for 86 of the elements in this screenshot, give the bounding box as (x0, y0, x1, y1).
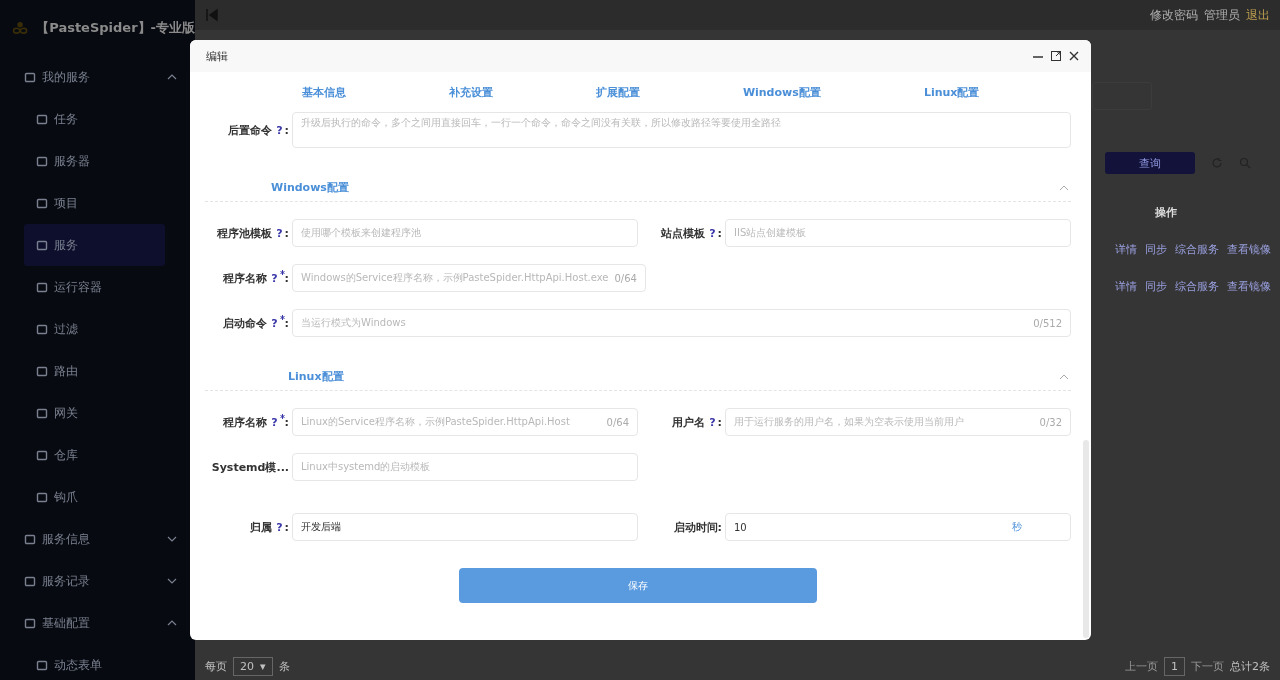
sidebar-item[interactable]: 任务 (0, 98, 165, 140)
prev-page-link[interactable]: 上一页 (1125, 659, 1158, 674)
row-action-link[interactable]: 综合服务 (1175, 242, 1219, 257)
row-action-link[interactable]: 详情 (1115, 279, 1137, 294)
chevron-icon (167, 536, 177, 542)
square-icon (36, 113, 48, 125)
square-icon (36, 659, 48, 671)
search-field[interactable] (1092, 82, 1152, 110)
sidebar-item[interactable]: 服务器 (0, 140, 165, 182)
column-header: 操作 (1154, 205, 1178, 220)
sidebar-group[interactable]: 服务信息 (0, 518, 195, 560)
header-link[interactable]: 管理员 (1204, 6, 1240, 24)
field-label: 站点模板 ? : (660, 225, 723, 241)
square-icon (24, 575, 36, 587)
field-label: 启动命令 ? : (222, 315, 290, 331)
tab[interactable]: 扩展配置 (591, 82, 644, 102)
sidebar-group[interactable]: 我的服务 (0, 56, 195, 98)
back-icon[interactable] (205, 8, 219, 22)
square-icon (36, 155, 48, 167)
row-action-link[interactable]: 查看镜像 (1227, 242, 1271, 257)
row-action-link[interactable]: 同步 (1145, 279, 1167, 294)
sidebar-group[interactable]: 服务记录 (0, 560, 195, 602)
field-label: 程序名称 ? : (222, 270, 290, 286)
square-icon (36, 281, 48, 293)
tab[interactable]: 基本信息 (297, 82, 350, 102)
sidebar-group[interactable]: 基础配置 (0, 602, 195, 644)
chevron-icon[interactable] (1059, 373, 1069, 380)
tab[interactable]: Windows配置 (738, 82, 825, 102)
square-icon (36, 197, 48, 209)
square-icon (36, 407, 48, 419)
maximize-icon[interactable] (1051, 51, 1061, 61)
sidebar-item[interactable]: 动态表单 (0, 644, 165, 680)
app-title: 【PasteSpider】-专业版 (36, 19, 195, 37)
query-button[interactable]: 查询 (1105, 152, 1195, 174)
square-icon (36, 323, 48, 335)
section-title: Linux配置 (288, 369, 344, 384)
total-count: 总计2条 (1230, 659, 1270, 674)
chevron-icon[interactable] (1059, 184, 1069, 191)
field-label: 后置命令 ? : (227, 122, 290, 138)
header-link[interactable]: 修改密码 (1150, 6, 1198, 24)
sidebar-item[interactable]: 服务 (24, 224, 165, 266)
chevron-icon (167, 74, 177, 80)
sidebar-item[interactable]: 网关 (0, 392, 165, 434)
square-icon (36, 491, 48, 503)
sidebar-item[interactable]: 项目 (0, 182, 165, 224)
field-label: 启动时间: (672, 519, 723, 535)
field-label: 归属 ? : (249, 519, 290, 535)
square-icon (36, 239, 48, 251)
row-action-link[interactable]: 综合服务 (1175, 279, 1219, 294)
sidebar-item[interactable]: 仓库 (0, 434, 165, 476)
per-page-label: 每页 (205, 659, 227, 674)
tab[interactable]: 补充设置 (444, 82, 497, 102)
sidebar-item[interactable]: 路由 (0, 350, 165, 392)
sidebar-item[interactable]: 钩爪 (0, 476, 165, 518)
save-button[interactable]: 保存 (459, 568, 817, 603)
section-title: Windows配置 (271, 180, 349, 195)
square-icon (36, 365, 48, 377)
field-label: 程序名称 ? : (222, 414, 290, 430)
required-icon (279, 269, 285, 278)
square-icon (36, 449, 48, 461)
field-label: Systemd模... (210, 459, 290, 475)
next-page-link[interactable]: 下一页 (1191, 659, 1224, 674)
close-icon[interactable] (1069, 51, 1079, 61)
tab[interactable]: Linux配置 (919, 82, 984, 102)
row-action-link[interactable]: 查看镜像 (1227, 279, 1271, 294)
per-page-select[interactable]: 20 ▾ (233, 657, 273, 676)
per-page-unit: 条 (278, 659, 290, 674)
input-field[interactable]: 10 秒 (725, 513, 1071, 541)
scrollbar[interactable] (1083, 440, 1089, 638)
chevron-icon (167, 578, 177, 584)
square-icon (24, 617, 36, 629)
sidebar-item[interactable]: 运行容器 (0, 266, 165, 308)
field-label: 用户名 ? : (671, 414, 723, 430)
required-icon (279, 413, 285, 422)
input-field[interactable]: 开发后端 (292, 513, 638, 541)
row-action-link[interactable]: 详情 (1115, 242, 1137, 257)
square-icon (24, 71, 36, 83)
sidebar-item[interactable]: 过滤 (0, 308, 165, 350)
square-icon (24, 533, 36, 545)
chevron-icon (167, 620, 177, 626)
row-action-link[interactable]: 同步 (1145, 242, 1167, 257)
dialog-title: 编辑 (206, 48, 228, 64)
field-label: 程序池模板 ? : (216, 225, 290, 241)
required-icon (279, 314, 285, 323)
page-number[interactable]: 1 (1164, 657, 1185, 676)
header-link[interactable]: 退出 (1246, 6, 1270, 24)
